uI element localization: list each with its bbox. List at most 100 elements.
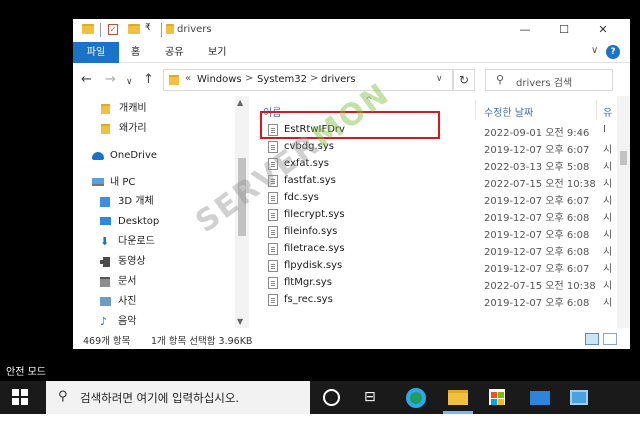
quick-access-dropdown-icon[interactable]: ₹ xyxy=(145,23,151,34)
ribbon-expand-button[interactable]: ∨ xyxy=(591,45,598,56)
scroll-up-arrow[interactable]: ▲ xyxy=(237,98,243,107)
file-type: 시 xyxy=(603,264,613,275)
app-icon[interactable] xyxy=(570,390,588,405)
item-count: 469개 항목 xyxy=(83,336,131,347)
breadcrumb-overflow[interactable]: « xyxy=(185,73,191,84)
column-header-type[interactable]: 유 xyxy=(603,104,612,119)
file-date: 2022-07-15 오전 10:38 xyxy=(484,179,596,190)
forward-button[interactable]: → xyxy=(105,73,116,87)
store-icon[interactable] xyxy=(489,389,505,405)
tab-file[interactable]: 파일 xyxy=(73,42,119,63)
desktop-icon xyxy=(100,217,111,225)
file-row[interactable]: flpydisk.sys 2019-12-07 오후 6:07 시 xyxy=(253,258,617,275)
ribbon: 파일 홈 공유 보기 ∨ ? xyxy=(73,41,630,63)
taskbar-search-text: 검색하려면 여기에 입력하십시오. xyxy=(80,391,240,405)
file-icon xyxy=(268,277,278,289)
folder-icon xyxy=(101,124,110,134)
file-explorer-icon[interactable] xyxy=(448,390,468,405)
breadcrumb-separator[interactable]: > xyxy=(245,73,253,84)
up-button[interactable]: ↑ xyxy=(143,73,154,87)
search-icon: ⚲ xyxy=(58,389,68,404)
file-row[interactable]: fltMgr.sys 2022-07-15 오전 10:38 시 xyxy=(253,275,617,292)
file-name: fdc.sys xyxy=(284,192,319,203)
address-dropdown-button[interactable]: ∨ xyxy=(436,74,443,84)
file-name: fileinfo.sys xyxy=(284,226,338,237)
nav-item-label: 내 PC xyxy=(110,177,136,188)
file-icon xyxy=(268,209,278,221)
refresh-button[interactable]: ↻ xyxy=(453,69,475,91)
file-date: 2022-03-13 오후 5:08 xyxy=(484,162,590,173)
cortana-icon[interactable] xyxy=(323,389,340,406)
minimize-button[interactable]: — xyxy=(506,19,544,41)
file-date: 2019-12-07 오후 6:08 xyxy=(484,298,590,309)
file-date: 2022-09-01 오전 9:46 xyxy=(484,128,590,139)
folder-icon xyxy=(101,104,110,114)
nav-item-label: 3D 개체 xyxy=(118,196,154,207)
file-name: fltMgr.sys xyxy=(284,277,332,288)
file-type: 시 xyxy=(603,162,613,173)
file-name: flpydisk.sys xyxy=(284,260,343,271)
folder-icon xyxy=(82,24,94,34)
nav-item-label: 개캐비 xyxy=(119,103,147,114)
nav-item-label: 동영상 xyxy=(118,256,146,267)
tab-share[interactable]: 공유 xyxy=(165,42,183,63)
properties-icon[interactable]: ✓ xyxy=(108,24,118,35)
nav-item-label: 문서 xyxy=(118,276,137,287)
file-type: 시 xyxy=(603,298,613,309)
nav-item-label: Desktop xyxy=(118,216,160,227)
recent-locations-button[interactable]: ∨ xyxy=(126,75,133,89)
file-row[interactable]: fdc.sys 2019-12-07 오후 6:07 시 xyxy=(253,190,617,207)
new-folder-icon[interactable] xyxy=(128,24,140,34)
start-button[interactable] xyxy=(12,389,28,405)
file-date: 2019-12-07 오후 6:08 xyxy=(484,213,590,224)
file-row[interactable]: filetrace.sys 2019-12-07 오후 6:08 시 xyxy=(253,241,617,258)
file-date: 2022-07-15 오전 10:38 xyxy=(484,281,596,292)
back-button[interactable]: ← xyxy=(81,73,92,87)
file-row[interactable]: fs_rec.sys 2019-12-07 오후 6:08 시 xyxy=(253,292,617,309)
large-icons-view-button[interactable] xyxy=(603,333,617,345)
taskbar-search-box[interactable]: ⚲ 검색하려면 여기에 입력하십시오. xyxy=(46,381,310,414)
help-icon[interactable]: ? xyxy=(606,45,620,59)
search-input[interactable]: ⚲ drivers 검색 xyxy=(485,69,613,91)
file-type: 시 xyxy=(603,247,613,258)
file-name: fs_rec.sys xyxy=(284,294,333,305)
tab-view[interactable]: 보기 xyxy=(208,42,226,63)
close-button[interactable]: ✕ xyxy=(584,19,622,41)
bottom-margin xyxy=(0,414,640,424)
task-view-icon[interactable]: ⊟ xyxy=(364,389,386,411)
file-row[interactable]: filecrypt.sys 2019-12-07 오후 6:08 시 xyxy=(253,207,617,224)
maximize-button[interactable]: ☐ xyxy=(545,19,583,41)
breadcrumb-separator[interactable]: > xyxy=(310,73,318,84)
scroll-down-arrow[interactable]: ▼ xyxy=(237,317,243,326)
details-view-button[interactable] xyxy=(585,333,599,345)
file-icon xyxy=(268,294,278,306)
breadcrumb-drivers[interactable]: drivers xyxy=(321,74,356,85)
selection-info: 1개 항목 선택함 3.96KB xyxy=(151,336,253,347)
safe-mode-label: 안전 모드 xyxy=(6,367,46,378)
file-row[interactable]: fileinfo.sys 2019-12-07 오후 6:08 시 xyxy=(253,224,617,241)
mail-icon[interactable] xyxy=(530,391,550,405)
folder-icon xyxy=(166,24,174,34)
file-type: I xyxy=(603,124,606,135)
breadcrumb-system32[interactable]: System32 xyxy=(257,74,307,85)
breadcrumb-windows[interactable]: Windows xyxy=(197,74,242,85)
search-placeholder: drivers 검색 xyxy=(516,78,573,89)
edge-icon[interactable] xyxy=(406,388,426,408)
title-bar[interactable]: ✓ ₹ drivers — ☐ ✕ xyxy=(73,19,630,41)
file-name: filetrace.sys xyxy=(284,243,345,254)
scroll-thumb[interactable] xyxy=(620,151,627,165)
file-type: 시 xyxy=(603,281,613,292)
folder-icon xyxy=(169,75,179,85)
tab-home[interactable]: 홈 xyxy=(131,42,140,63)
column-separator[interactable] xyxy=(596,100,597,120)
address-bar[interactable]: « Windows > System32 > drivers ∨ xyxy=(163,69,453,91)
onedrive-icon xyxy=(92,152,104,160)
column-header-date[interactable]: 수정한 날짜 xyxy=(484,104,533,119)
file-icon xyxy=(268,243,278,255)
file-type: 시 xyxy=(603,213,613,224)
file-date: 2019-12-07 오후 6:07 xyxy=(484,264,590,275)
file-type: 시 xyxy=(603,230,613,241)
file-row[interactable]: fastfat.sys 2022-07-15 오전 10:38 시 xyxy=(253,173,617,190)
column-separator[interactable] xyxy=(475,100,476,120)
file-list-scrollbar[interactable] xyxy=(617,96,630,328)
